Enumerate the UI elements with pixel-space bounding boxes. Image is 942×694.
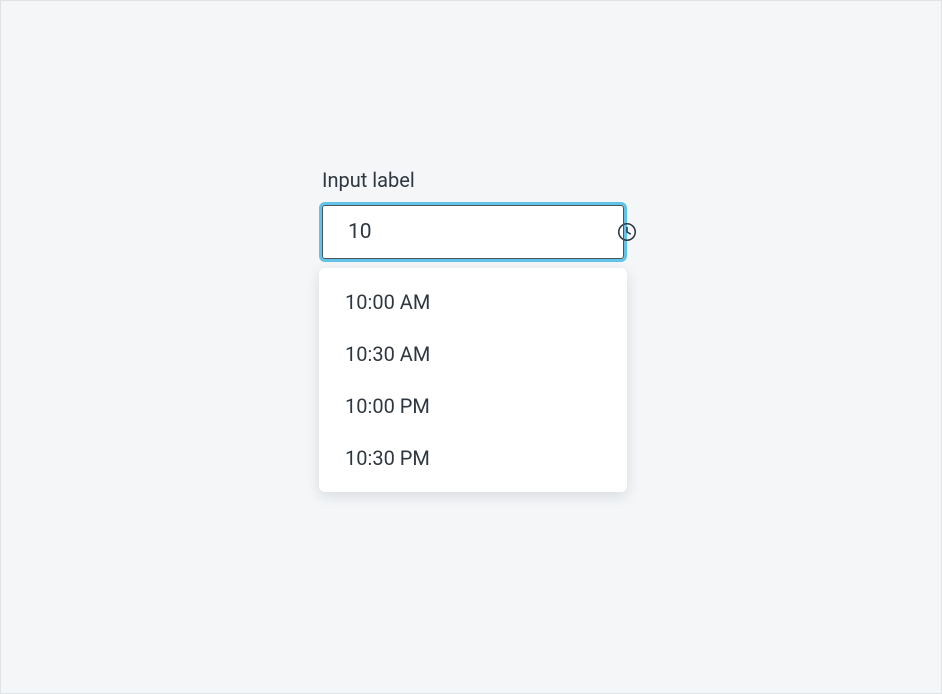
time-input-field[interactable]: [319, 202, 627, 262]
time-option[interactable]: 10:00 PM: [319, 380, 627, 432]
time-picker: Input label 10:00 AM 10:30 AM 10:00 PM 1…: [319, 168, 627, 492]
clock-icon[interactable]: [616, 220, 638, 244]
time-input[interactable]: [348, 220, 616, 244]
time-options-dropdown: 10:00 AM 10:30 AM 10:00 PM 10:30 PM: [319, 268, 627, 492]
time-option[interactable]: 10:30 AM: [319, 328, 627, 380]
time-option[interactable]: 10:00 AM: [319, 276, 627, 328]
time-input-label: Input label: [319, 168, 627, 192]
time-option[interactable]: 10:30 PM: [319, 432, 627, 484]
